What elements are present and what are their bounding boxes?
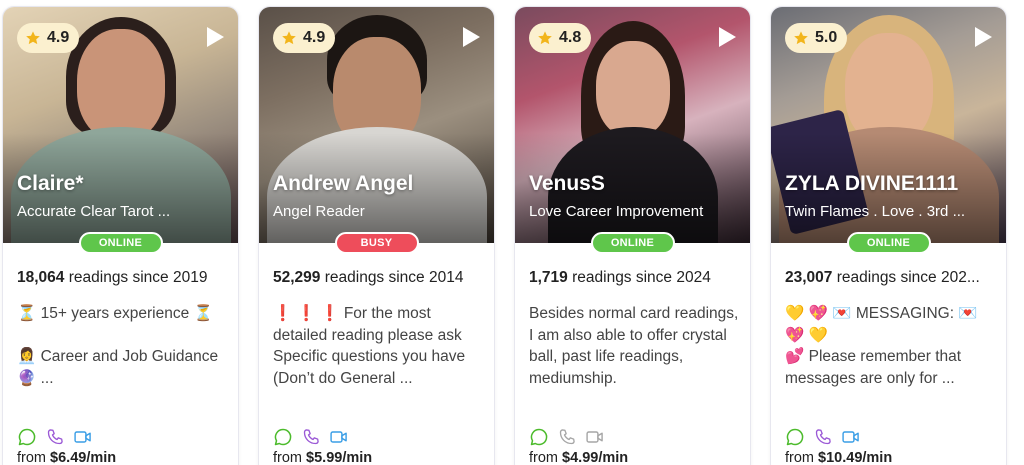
play-icon[interactable] <box>716 25 738 49</box>
readings-since: readings since 2019 <box>64 269 208 286</box>
star-icon <box>26 31 40 45</box>
photo-face-shape <box>76 29 165 141</box>
chat-icon[interactable] <box>273 427 293 447</box>
advisor-name[interactable]: Andrew Angel <box>273 172 413 196</box>
advisor-card-venuss[interactable]: 4.8 VenusS Love Career Improvement ONLIN… <box>514 6 751 465</box>
advisor-description: ❗ ❗ ❗ For the most detailed reading plea… <box>273 305 466 387</box>
price-prefix: from <box>529 450 563 465</box>
price-prefix: from <box>273 450 307 465</box>
chat-icon[interactable] <box>785 427 805 447</box>
rating-badge: 4.9 <box>17 23 80 53</box>
play-icon[interactable] <box>972 25 994 49</box>
price-label: from $4.99/min <box>529 450 628 465</box>
photo-face-shape <box>595 41 670 137</box>
advisor-tagline: Angel Reader <box>273 203 365 220</box>
readings-count: 23,007 <box>785 269 833 286</box>
chat-icon[interactable] <box>17 427 37 447</box>
readings-summary: 1,719 readings since 2024 <box>529 269 739 287</box>
readings-since: readings since 2014 <box>320 269 464 286</box>
video-icon <box>586 431 603 443</box>
readings-since: readings since 202... <box>832 269 980 286</box>
advisor-card-andrew-angel[interactable]: 4.9 Andrew Angel Angel Reader BUSY 52,29… <box>258 6 495 465</box>
star-icon <box>794 31 808 45</box>
advisor-name[interactable]: Claire* <box>17 172 84 196</box>
advisor-card-claire[interactable]: 4.9 Claire* Accurate Clear Tarot ... ONL… <box>2 6 239 465</box>
rating-value: 4.8 <box>559 29 582 46</box>
status-badge: ONLINE <box>78 232 163 254</box>
price-label: from $10.49/min <box>785 450 892 465</box>
phone-icon[interactable] <box>301 427 321 447</box>
play-icon[interactable] <box>460 25 482 49</box>
chat-icon[interactable] <box>529 427 549 447</box>
price-value: $4.99/min <box>562 450 629 465</box>
advisor-card-zyla-divine1111[interactable]: 5.0 ZYLA DIVINE1111 Twin Flames . Love .… <box>770 6 1007 465</box>
advisor-photo[interactable]: 4.8 VenusS Love Career Improvement <box>515 7 750 243</box>
price-value: $6.49/min <box>50 450 117 465</box>
video-icon[interactable] <box>73 427 93 447</box>
advisor-tagline: Accurate Clear Tarot ... <box>17 203 171 220</box>
advisor-name[interactable]: ZYLA DIVINE1111 <box>785 172 958 196</box>
rating-badge: 4.9 <box>273 23 336 53</box>
advisor-description: ⏳ 15+ years experience ⏳ 👩‍💼 Career and … <box>17 305 219 387</box>
play-icon[interactable] <box>204 25 226 49</box>
price-value: $5.99/min <box>306 450 373 465</box>
advisor-name[interactable]: VenusS <box>529 172 605 196</box>
phone-icon[interactable] <box>813 427 833 447</box>
status-badge: BUSY <box>334 232 419 254</box>
video-icon[interactable] <box>841 427 861 447</box>
rating-value: 5.0 <box>815 29 838 46</box>
readings-summary: 52,299 readings since 2014 <box>273 269 483 287</box>
star-icon <box>282 31 296 45</box>
rating-badge: 5.0 <box>785 23 848 53</box>
contact-methods <box>785 427 861 447</box>
phone-icon[interactable] <box>45 427 65 447</box>
readings-count: 18,064 <box>17 269 65 286</box>
rating-badge: 4.8 <box>529 23 592 53</box>
readings-count: 52,299 <box>273 269 321 286</box>
contact-methods <box>17 427 93 447</box>
readings-count: 1,719 <box>529 269 568 286</box>
rating-value: 4.9 <box>303 29 326 46</box>
rating-value: 4.9 <box>47 29 70 46</box>
readings-summary: 23,007 readings since 202... <box>785 269 995 287</box>
status-badge: ONLINE <box>846 232 931 254</box>
advisor-photo[interactable]: 5.0 ZYLA DIVINE1111 Twin Flames . Love .… <box>771 7 1006 243</box>
readings-since: readings since 2024 <box>567 269 711 286</box>
price-prefix: from <box>785 450 819 465</box>
price-label: from $6.49/min <box>17 450 116 465</box>
phone-icon <box>559 429 575 445</box>
advisor-card-list: 4.9 Claire* Accurate Clear Tarot ... ONL… <box>0 0 1024 465</box>
status-badge: ONLINE <box>590 232 675 254</box>
contact-methods <box>529 427 605 447</box>
contact-methods <box>273 427 349 447</box>
advisor-description: Besides normal card readings, I am also … <box>529 305 739 387</box>
advisor-photo[interactable]: 4.9 Andrew Angel Angel Reader <box>259 7 494 243</box>
video-icon[interactable] <box>329 427 349 447</box>
price-label: from $5.99/min <box>273 450 372 465</box>
price-value: $10.49/min <box>818 450 893 465</box>
readings-summary: 18,064 readings since 2019 <box>17 269 227 287</box>
advisor-description: 💛 💖 💌 MESSAGING: 💌 💖 💛 💕 Please remember… <box>785 305 978 387</box>
price-prefix: from <box>17 450 51 465</box>
advisor-tagline: Love Career Improvement <box>529 203 704 220</box>
star-icon <box>538 31 552 45</box>
advisor-tagline: Twin Flames . Love . 3rd ... <box>785 203 966 220</box>
advisor-photo[interactable]: 4.9 Claire* Accurate Clear Tarot ... <box>3 7 238 243</box>
